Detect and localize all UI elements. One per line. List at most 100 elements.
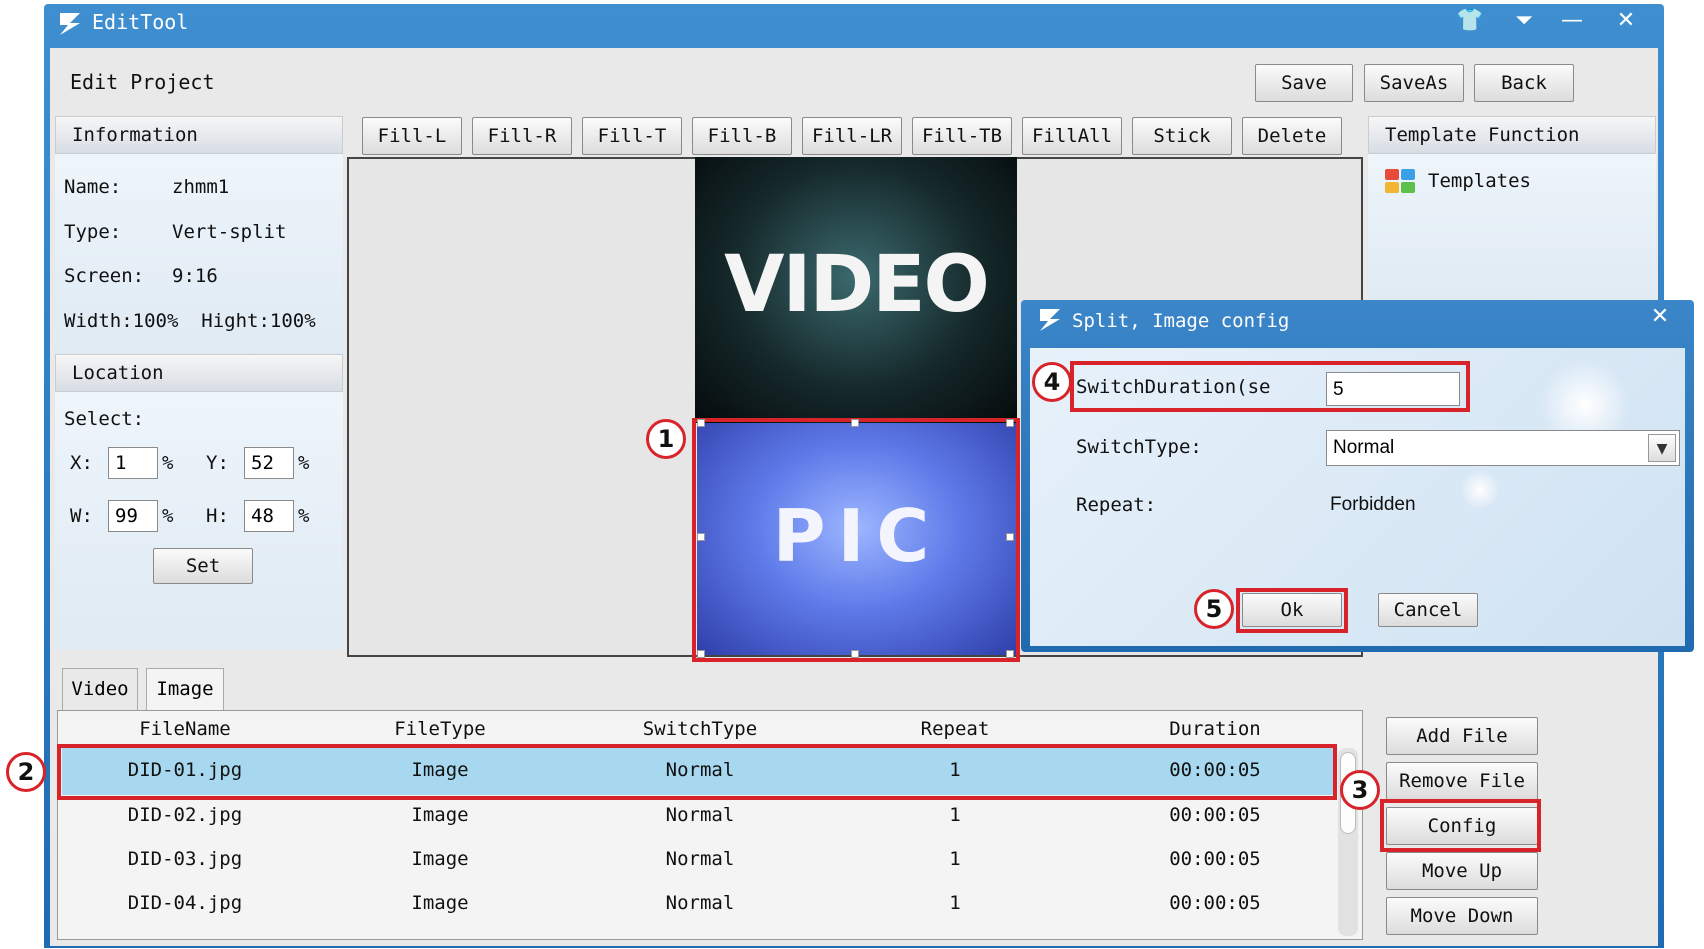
type-label: Type: — [64, 221, 122, 243]
row3-filetype: Image — [411, 848, 469, 870]
fill-all-button[interactable]: FillAll — [1022, 117, 1122, 155]
y-percent: % — [298, 452, 310, 474]
add-file-button[interactable]: Add File — [1386, 717, 1538, 755]
save-button[interactable]: Save — [1255, 64, 1353, 102]
row3-switchtype: Normal — [665, 848, 735, 870]
title-bar[interactable] — [44, 4, 1664, 48]
row1-filename: DID-01.jpg — [127, 759, 243, 781]
row2-repeat: 1 — [949, 804, 961, 826]
dialog-title: Split, Image config — [1072, 310, 1290, 332]
switch-type-value: Normal — [1333, 437, 1395, 458]
resize-handle[interactable] — [851, 650, 859, 658]
tab-image[interactable]: Image — [146, 668, 224, 710]
row1-repeat: 1 — [949, 759, 961, 781]
resize-handle[interactable] — [1006, 533, 1014, 541]
template-function-header: Template Function — [1368, 116, 1656, 154]
templates-link[interactable]: Templates — [1428, 170, 1531, 192]
page-title: Edit Project — [70, 70, 215, 94]
row3-duration: 00:00:05 — [1169, 848, 1261, 870]
chevron-down-icon[interactable]: ▼ — [1648, 434, 1676, 462]
fill-t-button[interactable]: Fill-T — [582, 117, 682, 155]
resize-handle[interactable] — [697, 419, 705, 427]
type-value: Vert-split — [172, 221, 287, 243]
switch-type-select[interactable]: Normal — [1326, 430, 1680, 466]
switch-duration-highlight — [1070, 361, 1470, 412]
resize-handle[interactable] — [1006, 419, 1014, 427]
name-value: zhmm1 — [172, 176, 230, 198]
fill-lr-button[interactable]: Fill-LR — [802, 117, 902, 155]
row3-repeat: 1 — [949, 848, 961, 870]
fill-r-button[interactable]: Fill-R — [472, 117, 572, 155]
switch-type-label: SwitchType: — [1076, 436, 1202, 458]
w-percent: % — [162, 505, 174, 527]
row4-filename: DID-04.jpg — [127, 892, 243, 914]
row2-filename: DID-02.jpg — [127, 804, 243, 826]
column-header-duration[interactable]: Duration — [1130, 718, 1300, 740]
information-header: Information — [55, 116, 343, 154]
step-marker-5: 5 — [1194, 589, 1234, 629]
fill-b-button[interactable]: Fill-B — [692, 117, 792, 155]
step-marker-1: 1 — [646, 419, 686, 459]
column-header-switchtype[interactable]: SwitchType — [620, 718, 780, 740]
y-input[interactable]: 52 — [244, 447, 294, 479]
resize-handle[interactable] — [851, 419, 859, 427]
h-label: H: — [206, 505, 229, 527]
fill-l-button[interactable]: Fill-L — [362, 117, 462, 155]
row2-switchtype: Normal — [665, 804, 735, 826]
skin-icon[interactable]: 👕 — [1448, 6, 1492, 36]
remove-file-button[interactable]: Remove File — [1386, 762, 1538, 800]
row1-filetype: Image — [411, 759, 469, 781]
stick-button[interactable]: Stick — [1132, 117, 1232, 155]
column-header-filename[interactable]: FileName — [100, 718, 270, 740]
step-marker-2: 2 — [6, 752, 46, 792]
x-label: X: — [70, 452, 93, 474]
resize-handle[interactable] — [1006, 650, 1014, 658]
save-as-button[interactable]: SaveAs — [1364, 64, 1464, 102]
move-down-button[interactable]: Move Down — [1386, 897, 1538, 935]
row2-filetype: Image — [411, 804, 469, 826]
app-logo-icon — [60, 13, 80, 35]
h-input[interactable]: 48 — [244, 500, 294, 532]
delete-button[interactable]: Delete — [1242, 117, 1342, 155]
row4-repeat: 1 — [949, 892, 961, 914]
dialog-close-icon[interactable]: ✕ — [1640, 302, 1680, 332]
config-button-highlight — [1380, 799, 1541, 852]
w-input[interactable]: 99 — [108, 500, 158, 532]
row4-switchtype: Normal — [665, 892, 735, 914]
ok-button-highlight — [1236, 588, 1348, 633]
size-text: Width:100% Hight:100% — [64, 310, 316, 332]
move-up-button[interactable]: Move Up — [1386, 852, 1538, 890]
repeat-value: Forbidden — [1330, 494, 1416, 515]
x-input[interactable]: 1 — [108, 447, 158, 479]
cancel-button[interactable]: Cancel — [1378, 593, 1478, 627]
row1-duration: 00:00:05 — [1169, 759, 1261, 781]
location-header: Location — [55, 354, 343, 392]
screen-label: Screen: — [64, 265, 145, 287]
resize-handle[interactable] — [697, 650, 705, 658]
name-label: Name: — [64, 176, 122, 198]
column-header-repeat[interactable]: Repeat — [875, 718, 1035, 740]
menu-dropdown-icon[interactable]: ⏷ — [1502, 6, 1546, 36]
sparkle-decoration — [1460, 470, 1500, 510]
pic-region-highlight — [692, 418, 1020, 662]
app-title: EditTool — [92, 10, 189, 34]
close-icon[interactable]: ✕ — [1604, 6, 1648, 36]
row1-switchtype: Normal — [665, 759, 735, 781]
dialog-logo-icon — [1040, 309, 1060, 331]
minimize-icon[interactable]: — — [1550, 6, 1594, 36]
fill-tb-button[interactable]: Fill-TB — [912, 117, 1012, 155]
h-percent: % — [298, 505, 310, 527]
step-marker-3: 3 — [1340, 770, 1380, 810]
step-marker-4: 4 — [1032, 362, 1072, 402]
y-label: Y: — [206, 452, 229, 474]
resize-handle[interactable] — [697, 533, 705, 541]
tab-video[interactable]: Video — [62, 668, 138, 710]
back-button[interactable]: Back — [1474, 64, 1574, 102]
column-header-filetype[interactable]: FileType — [360, 718, 520, 740]
row2-duration: 00:00:05 — [1169, 804, 1261, 826]
row4-duration: 00:00:05 — [1169, 892, 1261, 914]
set-button[interactable]: Set — [153, 548, 253, 584]
templates-icon — [1385, 169, 1415, 193]
x-percent: % — [162, 452, 174, 474]
select-label: Select: — [64, 408, 145, 430]
